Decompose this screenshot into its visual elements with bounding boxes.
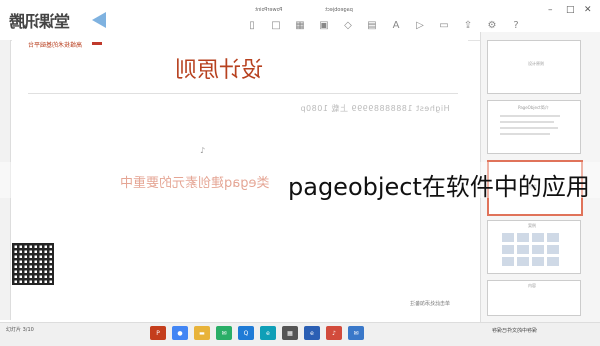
thumbnail-slide-2[interactable]: PageObject简介: [487, 100, 581, 154]
overlay-caption: pageobject在软件中的应用: [288, 173, 590, 201]
text-icon[interactable]: A: [384, 16, 408, 34]
thumbnail-slide-5[interactable]: 内容: [487, 280, 581, 316]
watermark-text: Highest 18888889999 上载 1080p: [300, 104, 450, 113]
image-icon[interactable]: ▣: [312, 16, 336, 34]
slide-title: 设计原则: [175, 58, 264, 83]
edge-icon[interactable]: e: [260, 326, 276, 340]
thumbnail-line: [500, 127, 558, 129]
window-title-secondary: pageobject: [325, 7, 353, 13]
cursor-mark-icon: ♪: [200, 146, 206, 155]
thumbnail-line: [500, 115, 560, 117]
chart-icon[interactable]: ▤: [360, 16, 384, 34]
slide-divider: [28, 93, 458, 94]
slide-header-mark-icon: [92, 36, 102, 45]
thumbnail-slide-4[interactable]: 案例: [487, 220, 581, 274]
thumbnail-caption: 设计原则: [528, 61, 544, 66]
qq-icon[interactable]: Q: [238, 326, 254, 340]
brand-logo: 堂课讯腾: [10, 12, 71, 31]
music-icon[interactable]: ♪: [326, 326, 342, 340]
share-icon[interactable]: ⇪: [456, 16, 480, 34]
thumbnail-slide-1[interactable]: 设计原则: [487, 40, 581, 94]
folder-icon[interactable]: ▬: [194, 326, 210, 340]
maximize-icon[interactable]: □: [566, 5, 575, 15]
qr-code-icon: [12, 243, 54, 285]
media-icon[interactable]: ▷: [408, 16, 432, 34]
wechat-icon[interactable]: ✉: [216, 326, 232, 340]
ie-icon[interactable]: e: [304, 326, 320, 340]
store-icon[interactable]: ▦: [282, 326, 298, 340]
chrome-icon[interactable]: ●: [172, 326, 188, 340]
status-message: 保存中的文件已保存: [492, 328, 538, 334]
cursor-icon[interactable]: ▯: [240, 16, 264, 34]
notes-placeholder[interactable]: 单击此处添加备注: [410, 300, 450, 307]
status-bar: 幻灯片 3/10 P ● ▬ ✉ Q e ▦ e ♪ ✉ 保存中的文件已保存: [0, 322, 600, 346]
shape-icon[interactable]: ◇: [336, 16, 360, 34]
table-icon[interactable]: ▦: [288, 16, 312, 34]
thumbnail-caption: 内容: [528, 283, 536, 288]
thumbnail-caption: PageObject简介: [518, 105, 549, 110]
thumbnail-grid: [502, 233, 559, 266]
thumbnail-line: [500, 121, 554, 123]
slide-header-text: 高维技术的基础平台: [28, 42, 83, 49]
comment-icon[interactable]: ▭: [432, 16, 456, 34]
play-icon[interactable]: [92, 12, 106, 28]
minimize-icon[interactable]: –: [548, 5, 553, 15]
window-title: PowerPoint: [255, 7, 283, 13]
thumbnail-line: [500, 133, 550, 135]
mail-icon[interactable]: ✉: [348, 326, 364, 340]
slide-counter: 幻灯片 3/10: [6, 327, 34, 333]
ppt-icon[interactable]: P: [150, 326, 166, 340]
taskbar: P ● ▬ ✉ Q e ▦ e ♪ ✉: [150, 326, 364, 340]
thumbnail-caption: 案例: [528, 223, 536, 228]
close-icon[interactable]: ✕: [584, 5, 592, 15]
box-icon[interactable]: □: [264, 16, 288, 34]
